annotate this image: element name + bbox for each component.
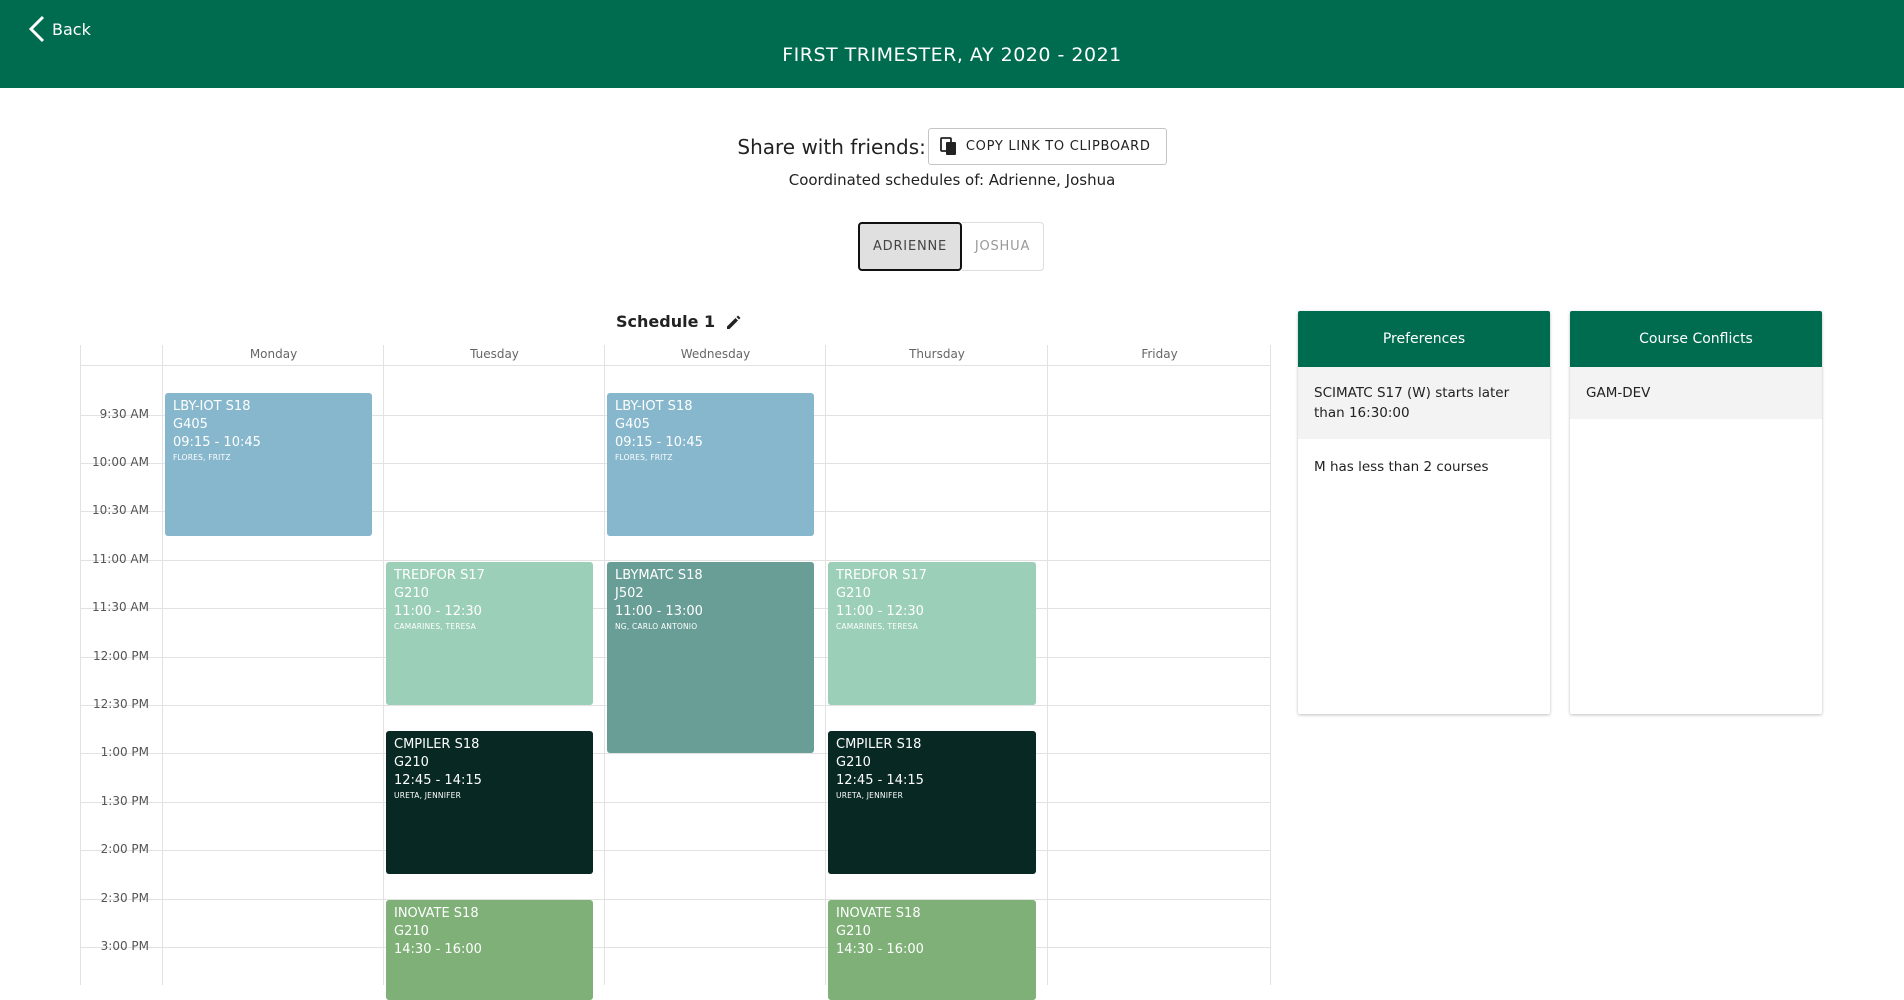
app-bar: Back FIRST TRIMESTER, AY 2020 - 2021 [0,0,1904,88]
calendar-grid: Monday Tuesday Wednesday Thursday Friday… [80,345,1271,1000]
preference-item[interactable]: M has less than 2 courses [1298,439,1550,493]
class-block-cmpiler-thursday[interactable]: CMPILER S18 G210 12:45 - 14:15 URETA, JE… [828,731,1036,874]
pencil-icon[interactable] [725,313,743,331]
grid-line [81,802,1271,803]
back-button[interactable]: Back [26,14,91,44]
person-toggle: ADRIENNE JOSHUA [858,222,1044,271]
class-course: TREDFOR S17 [394,568,485,583]
class-room: G405 [615,417,650,432]
class-course: TREDFOR S17 [836,568,927,583]
class-room: G210 [836,586,871,601]
time-label: 12:00 PM [93,649,149,663]
class-course: CMPILER S18 [836,737,922,752]
grid-column-line [1270,345,1271,985]
class-time: 09:15 - 10:45 [173,435,261,450]
day-header-tuesday: Tuesday [470,347,519,361]
time-label: 12:30 PM [93,697,149,711]
class-instructor: FLORES, FRITZ [615,453,673,462]
grid-column-line [383,345,384,985]
class-instructor: URETA, JENNIFER [394,791,461,800]
class-block-tredfor-thursday[interactable]: TREDFOR S17 G210 11:00 - 12:30 CAMARINES… [828,562,1036,705]
copy-icon [939,136,956,155]
course-conflicts-card: Course Conflicts GAM-DEV [1570,311,1822,714]
class-room: G210 [394,586,429,601]
class-course: INOVATE S18 [836,906,921,921]
conflict-item[interactable]: GAM-DEV [1570,367,1822,419]
class-time: 11:00 - 13:00 [615,604,703,619]
schedule-title-text: Schedule 1 [616,312,716,331]
preferences-title: Preferences [1298,311,1550,367]
back-label: Back [52,19,91,39]
copy-link-button[interactable]: COPY LINK TO CLIPBOARD [927,128,1167,165]
class-course: LBY-IOT S18 [173,399,251,414]
class-course: CMPILER S18 [394,737,480,752]
course-conflicts-title: Course Conflicts [1570,311,1822,367]
class-block-inovate-tuesday[interactable]: INOVATE S18 G210 14:30 - 16:00 [386,900,593,1000]
schedule-title: Schedule 1 [616,312,743,331]
grid-column-line [1047,345,1048,985]
copy-link-label: COPY LINK TO CLIPBOARD [965,139,1151,154]
time-label: 2:00 PM [100,842,149,856]
class-block-lby-iot-wednesday[interactable]: LBY-IOT S18 G405 09:15 - 10:45 FLORES, F… [607,393,814,536]
time-label: 10:00 AM [92,455,149,469]
coordinated-schedules-text: Coordinated schedules of: Adrienne, Josh… [788,171,1116,189]
chevron-left-icon [28,15,45,43]
grid-column-line [825,345,826,985]
class-room: G210 [394,755,429,770]
class-instructor: CAMARINES, TERESA [394,622,476,631]
class-instructor: NG, CARLO ANTONIO [615,622,698,631]
time-label: 2:30 PM [100,891,149,905]
class-room: G210 [836,924,871,939]
page-title: FIRST TRIMESTER, AY 2020 - 2021 [782,44,1122,66]
class-course: INOVATE S18 [394,906,479,921]
class-block-cmpiler-tuesday[interactable]: CMPILER S18 G210 12:45 - 14:15 URETA, JE… [386,731,593,874]
class-time: 09:15 - 10:45 [615,435,703,450]
class-time: 11:00 - 12:30 [394,604,482,619]
preference-item[interactable]: SCIMATC S17 (W) starts later than 16:30:… [1298,367,1550,439]
time-label: 1:30 PM [100,794,149,808]
class-block-inovate-thursday[interactable]: INOVATE S18 G210 14:30 - 16:00 [828,900,1036,1000]
grid-line [81,365,1271,366]
class-room: J502 [615,586,644,601]
day-header-monday: Monday [249,347,298,361]
grid-line [81,560,1271,561]
class-time: 14:30 - 16:00 [836,942,924,957]
class-course: LBYMATC S18 [615,568,703,583]
class-room: G210 [836,755,871,770]
grid-line [81,850,1271,851]
day-header-wednesday: Wednesday [680,347,751,361]
class-instructor: CAMARINES, TERESA [836,622,918,631]
time-label: 9:30 AM [99,407,149,421]
day-header-thursday: Thursday [909,347,965,361]
class-instructor: FLORES, FRITZ [173,453,231,462]
toggle-adrienne[interactable]: ADRIENNE [858,222,962,271]
time-label: 1:00 PM [100,745,149,759]
toggle-joshua[interactable]: JOSHUA [962,222,1044,271]
class-block-lby-iot-monday[interactable]: LBY-IOT S18 G405 09:15 - 10:45 FLORES, F… [165,393,372,536]
class-course: LBY-IOT S18 [615,399,693,414]
time-label: 10:30 AM [92,503,149,517]
class-block-lbymatc-wednesday[interactable]: LBYMATC S18 J502 11:00 - 13:00 NG, CARLO… [607,562,814,753]
class-block-tredfor-tuesday[interactable]: TREDFOR S17 G210 11:00 - 12:30 CAMARINES… [386,562,593,705]
time-label: 11:00 AM [92,552,149,566]
grid-line [81,753,1271,754]
grid-line [81,947,1271,948]
grid-line [81,899,1271,900]
time-label: 3:00 PM [100,939,149,953]
class-instructor: URETA, JENNIFER [836,791,903,800]
time-label: 11:30 AM [92,600,149,614]
class-room: G210 [394,924,429,939]
day-header-friday: Friday [1141,347,1178,361]
class-time: 11:00 - 12:30 [836,604,924,619]
class-time: 12:45 - 14:15 [836,773,924,788]
preferences-card: Preferences SCIMATC S17 (W) starts later… [1298,311,1550,714]
class-time: 12:45 - 14:15 [394,773,482,788]
class-room: G405 [173,417,208,432]
share-row: Share with friends: COPY LINK TO CLIPBOA… [0,128,1904,165]
class-time: 14:30 - 16:00 [394,942,482,957]
grid-column-line [162,345,163,985]
grid-column-line [604,345,605,985]
share-label: Share with friends: [737,134,926,159]
